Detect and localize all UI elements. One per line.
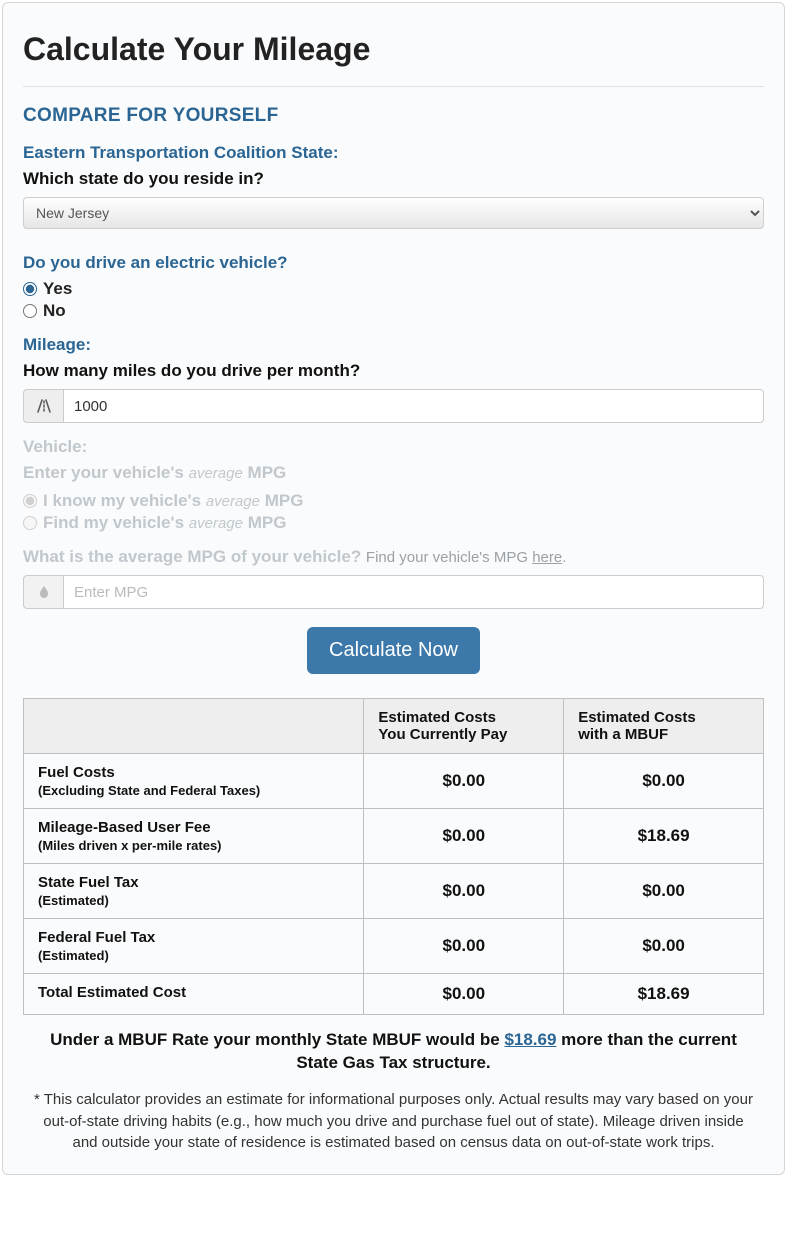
header-blank (24, 699, 364, 754)
state-select[interactable]: New Jersey (23, 197, 764, 229)
mileage-input-group (23, 389, 764, 423)
ev-radio-no-row[interactable]: No (23, 301, 764, 321)
summary-amount: $18.69 (504, 1030, 556, 1049)
ev-radio-yes-label: Yes (43, 279, 72, 299)
ev-radio-yes[interactable] (23, 282, 37, 296)
mpg-radio-find-label: Find my vehicle's average MPG (43, 513, 286, 533)
results-table: Estimated Costs You Currently Pay Estima… (23, 698, 764, 1015)
ev-radio-no-label: No (43, 301, 66, 321)
header-mbuf: Estimated Costs with a MBUF (564, 699, 764, 754)
disclaimer-text: * This calculator provides an estimate f… (29, 1089, 758, 1154)
mileage-question: How many miles do you drive per month? (23, 361, 764, 381)
road-icon (23, 389, 63, 423)
mpg-radio-know-row: I know my vehicle's average MPG (23, 491, 764, 511)
row-state-tax: State Fuel Tax (Estimated) $0.00 $0.00 (24, 864, 764, 919)
mpg-radio-find-row: Find my vehicle's average MPG (23, 513, 764, 533)
table-header-row: Estimated Costs You Currently Pay Estima… (24, 699, 764, 754)
ev-radio-yes-row[interactable]: Yes (23, 279, 764, 299)
mpg-hint-link: here (532, 549, 562, 566)
state-section-label: Eastern Transportation Coalition State: (23, 143, 764, 163)
row-fuel-costs: Fuel Costs (Excluding State and Federal … (24, 754, 764, 809)
mileage-section-label: Mileage: (23, 335, 764, 355)
mpg-question: What is the average MPG of your vehicle?… (23, 547, 764, 567)
row-federal-tax: Federal Fuel Tax (Estimated) $0.00 $0.00 (24, 919, 764, 974)
compare-heading: COMPARE FOR YOURSELF (23, 105, 764, 127)
row-mbuf-fee: Mileage-Based User Fee (Miles driven x p… (24, 809, 764, 864)
mileage-input[interactable] (63, 389, 764, 423)
ev-section-label: Do you drive an electric vehicle? (23, 253, 764, 273)
mpg-radio-know (23, 494, 37, 508)
page-title: Calculate Your Mileage (23, 31, 764, 68)
mpg-radio-find (23, 516, 37, 530)
mpg-input (63, 575, 764, 609)
vehicle-section-label: Vehicle: (23, 437, 764, 457)
summary-sentence: Under a MBUF Rate your monthly State MBU… (33, 1029, 754, 1075)
calculator-card: Calculate Your Mileage COMPARE FOR YOURS… (2, 2, 785, 1175)
vehicle-prompt: Enter your vehicle's average MPG (23, 463, 764, 483)
calculate-button[interactable]: Calculate Now (307, 627, 480, 674)
mpg-radio-know-label: I know my vehicle's average MPG (43, 491, 303, 511)
divider (23, 86, 764, 87)
state-question: Which state do you reside in? (23, 169, 764, 189)
ev-radio-no[interactable] (23, 304, 37, 318)
mpg-hint: Find your vehicle's MPG here. (366, 549, 566, 566)
header-current: Estimated Costs You Currently Pay (364, 699, 564, 754)
calculate-button-wrap: Calculate Now (23, 627, 764, 674)
mpg-input-group (23, 575, 764, 609)
fuel-icon (23, 575, 63, 609)
row-total: Total Estimated Cost $0.00 $18.69 (24, 974, 764, 1015)
